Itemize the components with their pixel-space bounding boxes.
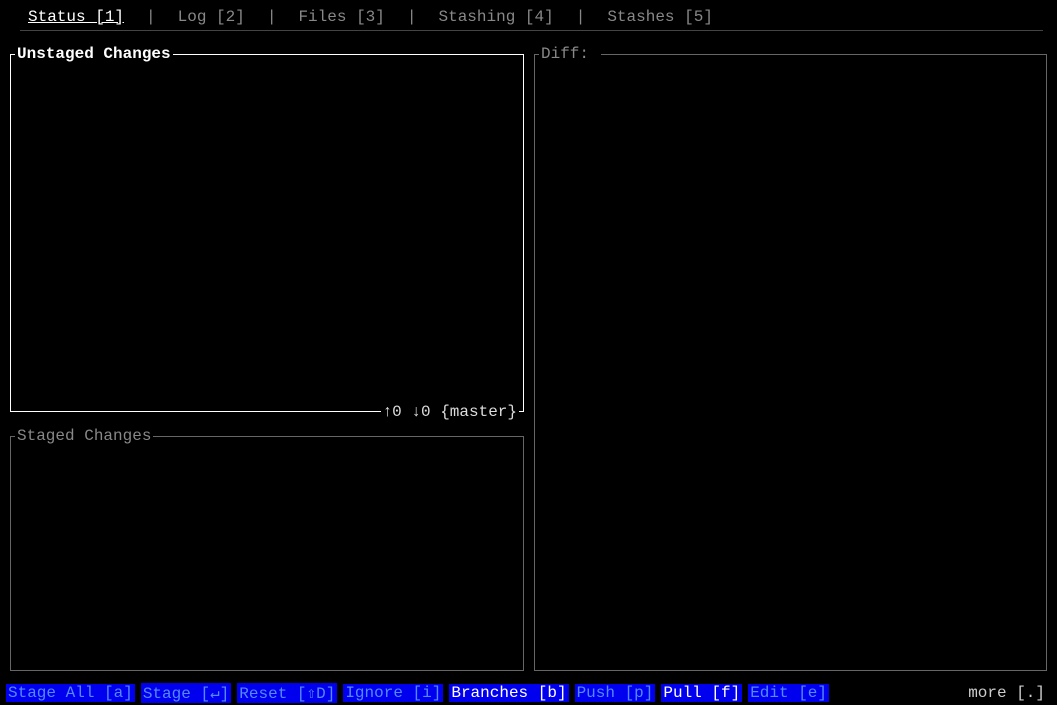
branch-status: ↑0 ↓0 {master} — [381, 403, 519, 421]
cmd-reset[interactable]: Reset [⇧D] — [237, 683, 337, 703]
cmd-stage[interactable]: Stage [↵] — [141, 683, 231, 703]
left-column: Unstaged Changes ↑0 ↓0 {master} Staged C… — [10, 54, 524, 671]
tab-stashes[interactable]: Stashes [5] — [603, 8, 717, 26]
cmd-more[interactable]: more [.] — [968, 684, 1051, 702]
panel-staged-changes[interactable]: Staged Changes — [10, 436, 524, 671]
tab-separator: | — [558, 8, 604, 26]
tab-underline — [20, 30, 1043, 31]
cmd-branches[interactable]: Branches [b] — [449, 684, 568, 702]
tab-separator: | — [389, 8, 435, 26]
tab-log[interactable]: Log [2] — [174, 8, 249, 26]
tab-files[interactable]: Files [3] — [294, 8, 388, 26]
cmd-edit[interactable]: Edit [e] — [748, 684, 829, 702]
cmd-pull[interactable]: Pull [f] — [661, 684, 742, 702]
right-column: Diff: — [534, 54, 1047, 671]
tab-bar: Status [1] | Log [2] | Files [3] | Stash… — [0, 0, 1057, 30]
cmd-ignore[interactable]: Ignore [i] — [343, 684, 443, 702]
panel-title-diff: Diff: — [539, 45, 601, 63]
cmd-push[interactable]: Push [p] — [575, 684, 656, 702]
cmd-stage-all[interactable]: Stage All [a] — [6, 684, 135, 702]
tab-separator: | — [128, 8, 174, 26]
panel-title-staged: Staged Changes — [15, 427, 153, 445]
tab-separator: | — [249, 8, 295, 26]
panel-unstaged-changes[interactable]: Unstaged Changes ↑0 ↓0 {master} — [10, 54, 524, 412]
main-content: Unstaged Changes ↑0 ↓0 {master} Staged C… — [10, 54, 1047, 671]
panel-diff[interactable]: Diff: — [534, 54, 1047, 671]
tab-status[interactable]: Status [1] — [24, 8, 128, 26]
panel-title-unstaged: Unstaged Changes — [15, 45, 173, 63]
tab-stashing[interactable]: Stashing [4] — [434, 8, 557, 26]
command-bar: Stage All [a] Stage [↵] Reset [⇧D] Ignor… — [0, 681, 1057, 705]
